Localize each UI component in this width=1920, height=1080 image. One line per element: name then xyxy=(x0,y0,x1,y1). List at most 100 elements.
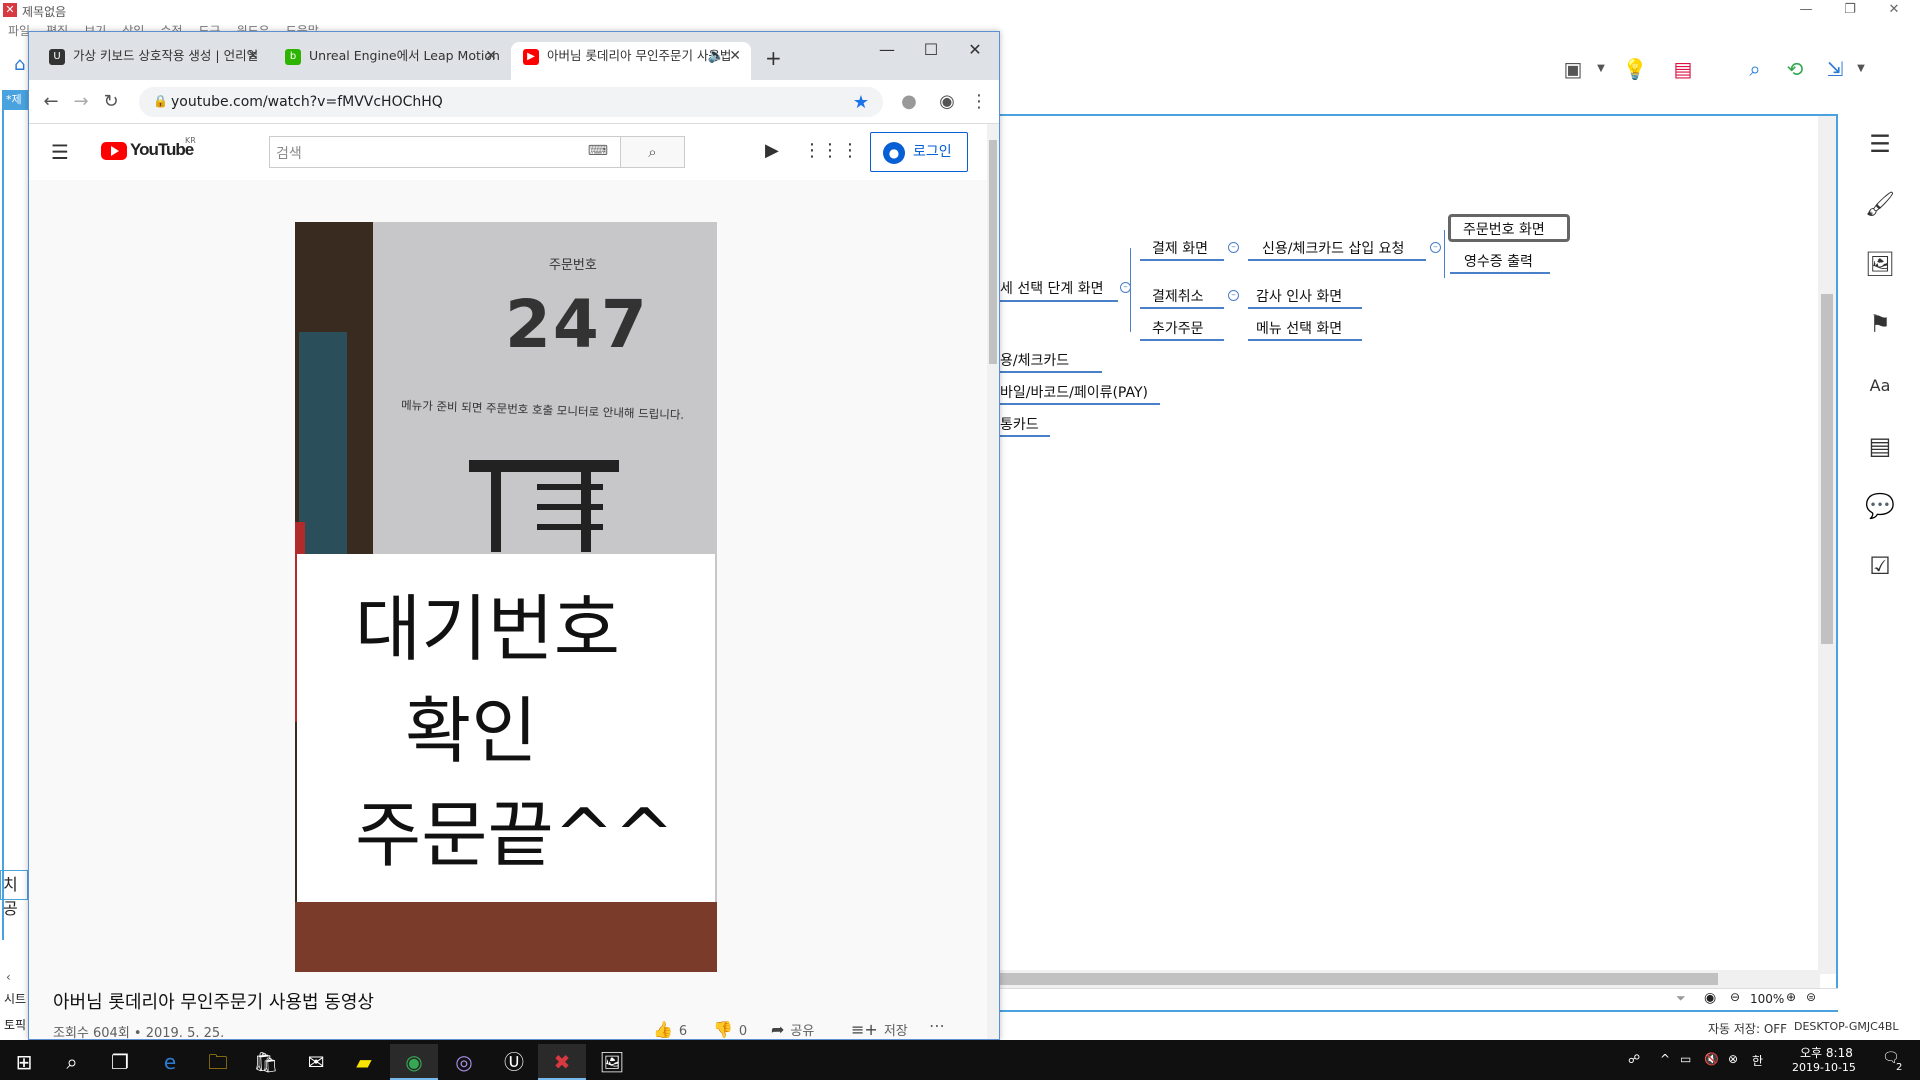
mindmap-node-mobile[interactable]: 바일/바코드/페이류(PAY) xyxy=(1000,382,1148,402)
autosave-status[interactable]: 자동 저장: OFF xyxy=(1708,1020,1787,1037)
photos-icon[interactable]: 🖼 xyxy=(588,1044,636,1080)
mindmap-node-payment-screen[interactable]: 결제 화면 xyxy=(1152,238,1208,258)
mindmap-node-receipt-print[interactable]: 영수증 출력 xyxy=(1464,251,1533,271)
login-button[interactable]: ● 로그인 xyxy=(870,132,968,172)
xmind-icon[interactable]: ✖ xyxy=(538,1044,586,1080)
share-icon[interactable]: ⟲ xyxy=(1782,56,1808,82)
volume-icon[interactable]: 🔇 xyxy=(1704,1052,1719,1066)
mindmap-node-thanks-screen[interactable]: 감사 인사 화면 xyxy=(1256,286,1342,306)
zoom-out-icon[interactable]: ⊖ xyxy=(1730,990,1740,1004)
back-button[interactable]: ← xyxy=(39,90,63,114)
tab-audio-icon[interactable]: 🔈 xyxy=(708,42,725,70)
more-actions-icon[interactable]: ⋯ xyxy=(929,1016,945,1035)
image-icon[interactable]: 🖼 xyxy=(1860,244,1900,284)
settings-more-icon[interactable]: ⋮ xyxy=(841,140,859,161)
video-player[interactable]: 주문번호 247 메뉴가 준비 되면 주문번호 호출 모니터로 안내해 드립니다… xyxy=(295,222,717,972)
mindmap-node-add-order[interactable]: 추가주문 xyxy=(1152,318,1204,338)
export-icon[interactable]: ⇲ xyxy=(1822,56,1848,82)
reload-button[interactable]: ↻ xyxy=(99,90,123,114)
sticky-notes-icon[interactable]: ▰ xyxy=(340,1044,388,1080)
bookmark-star-icon[interactable]: ★ xyxy=(853,92,869,113)
chrome-minimize-button[interactable]: — xyxy=(867,36,907,64)
marker-flag-icon[interactable]: ⚑ xyxy=(1860,304,1900,344)
app-close-button[interactable]: ✕ xyxy=(1874,2,1914,20)
idea-bulb-icon[interactable]: 💡 xyxy=(1622,56,1648,82)
profile-icon[interactable]: ◉ xyxy=(935,90,959,114)
presentation-icon[interactable]: ▣ xyxy=(1560,56,1586,82)
home-icon[interactable]: ⌂ xyxy=(14,54,25,75)
mindmap-node-transit-card[interactable]: 통카드 xyxy=(1000,414,1039,434)
clock-date[interactable]: 2019-10-15 xyxy=(1792,1061,1856,1074)
zoom-in-icon[interactable]: ⊕ xyxy=(1786,990,1796,1004)
scroll-thumb[interactable] xyxy=(1821,294,1833,644)
status-x-icon[interactable]: ⊗ xyxy=(1728,1052,1738,1066)
sheet-label[interactable]: 시트 xyxy=(4,990,26,1007)
chrome-menu-icon[interactable]: ⋮ xyxy=(967,90,991,114)
url-text[interactable]: youtube.com/watch?v=fMVVcHOChHQ xyxy=(171,94,443,110)
style-aa-icon[interactable]: Aa xyxy=(1860,366,1900,406)
mindmap-node-card-insert-request[interactable]: 신용/체크카드 삽입 요청 xyxy=(1262,238,1404,258)
task-view-icon[interactable]: ❐ xyxy=(96,1044,144,1080)
windows-start-icon[interactable]: ⊞ xyxy=(0,1044,48,1080)
scroll-left-icon[interactable]: ‹ xyxy=(6,970,11,984)
mindmap-node-card[interactable]: 용/체크카드 xyxy=(1000,350,1069,370)
create-video-icon[interactable]: ▶ xyxy=(765,140,779,161)
save-button[interactable]: ≡+ 저장 xyxy=(851,1020,908,1039)
network-icon[interactable]: ▭ xyxy=(1680,1052,1691,1066)
canvas-vertical-scrollbar[interactable] xyxy=(1818,116,1836,974)
search-button[interactable]: ⌕ xyxy=(621,136,685,168)
clock-time[interactable]: 오후 8:18 xyxy=(1800,1044,1853,1061)
eye-icon[interactable]: ◉ xyxy=(1704,990,1716,1006)
page-scrollbar[interactable] xyxy=(987,124,999,1039)
share-button[interactable]: ➦ 공유 xyxy=(771,1020,814,1039)
mindmap-node-order-number-screen[interactable]: 주문번호 화면 xyxy=(1463,219,1545,239)
forward-button[interactable]: → xyxy=(69,90,93,114)
mindmap-node-menu-select-screen[interactable]: 메뉴 선택 화면 xyxy=(1256,318,1342,338)
scroll-thumb[interactable] xyxy=(989,140,997,364)
collapse-toggle-icon[interactable]: – xyxy=(1228,290,1239,301)
fit-icon[interactable]: ⊜ xyxy=(1806,990,1816,1004)
tab-unreal-keyboard[interactable]: U 가상 키보드 상호작용 생성 | 언리얼 ✕ xyxy=(37,42,269,80)
search-input[interactable]: 검색 ⌨ xyxy=(269,136,621,168)
task-icon[interactable]: ☑ xyxy=(1860,546,1900,586)
lock-icon[interactable]: 🔒 xyxy=(153,94,168,108)
search-icon[interactable]: ⌕ xyxy=(1742,56,1768,82)
hamburger-menu-icon[interactable]: ☰ xyxy=(51,140,69,164)
comment-icon[interactable]: 💬 xyxy=(1860,486,1900,526)
tab-close-icon[interactable]: ✕ xyxy=(485,42,497,70)
store-icon[interactable]: 🛍 xyxy=(242,1044,290,1080)
mindmap-node-payment-cancel[interactable]: 결제취소 xyxy=(1152,286,1204,306)
doc-tab[interactable]: *제 xyxy=(2,90,28,110)
ime-icon[interactable]: 한 xyxy=(1752,1052,1763,1069)
people-icon[interactable]: ☍ xyxy=(1628,1052,1640,1066)
menu-file[interactable]: 파일 xyxy=(8,22,30,39)
filter-icon[interactable]: ⏷ xyxy=(1676,991,1686,1006)
notes-icon[interactable]: ▤ xyxy=(1860,426,1900,466)
address-bar[interactable]: 🔒 youtube.com/watch?v=fMVVcHOChHQ ★ xyxy=(139,87,883,117)
tab-close-icon[interactable]: ✕ xyxy=(729,42,741,70)
tray-expand-icon[interactable]: ^ xyxy=(1660,1052,1670,1066)
outline-icon[interactable]: ☰ xyxy=(1860,124,1900,164)
canvas-horizontal-scrollbar[interactable] xyxy=(1000,970,1820,988)
search-icon[interactable]: ⌕ xyxy=(48,1044,96,1080)
chrome-maximize-button[interactable]: ☐ xyxy=(911,36,951,64)
presentation-dropdown-icon[interactable]: ▼ xyxy=(1588,56,1614,82)
edge-icon[interactable]: e xyxy=(146,1044,194,1080)
tab-leap-motion[interactable]: b Unreal Engine에서 Leap Motion ✕ xyxy=(273,42,507,80)
export-dropdown-icon[interactable]: ▼ xyxy=(1848,56,1874,82)
gantt-icon[interactable]: ▤ xyxy=(1670,56,1696,82)
chrome-icon[interactable]: ◉ xyxy=(390,1044,438,1080)
scroll-thumb[interactable] xyxy=(1000,973,1718,985)
like-button[interactable]: 👍 6 xyxy=(653,1020,687,1039)
new-tab-button[interactable]: + xyxy=(765,46,782,70)
keyboard-icon[interactable]: ⌨ xyxy=(588,143,608,159)
app-restore-button[interactable]: ❐ xyxy=(1830,2,1870,20)
dislike-button[interactable]: 👎 0 xyxy=(713,1020,747,1039)
format-brush-icon[interactable]: 🖌 xyxy=(1860,184,1900,224)
mindmap-node-partial-root[interactable]: 세 선택 단계 화면 xyxy=(1000,278,1104,298)
collapse-toggle-icon[interactable]: – xyxy=(1228,242,1239,253)
unreal-engine-icon[interactable]: Ⓤ xyxy=(490,1044,538,1080)
collapse-toggle-icon[interactable]: – xyxy=(1430,242,1441,253)
app-minimize-button[interactable]: — xyxy=(1786,2,1826,20)
tab-youtube-video[interactable]: ▶ 아버님 롯데리아 무인주문기 사용법 🔈 ✕ xyxy=(511,42,751,80)
